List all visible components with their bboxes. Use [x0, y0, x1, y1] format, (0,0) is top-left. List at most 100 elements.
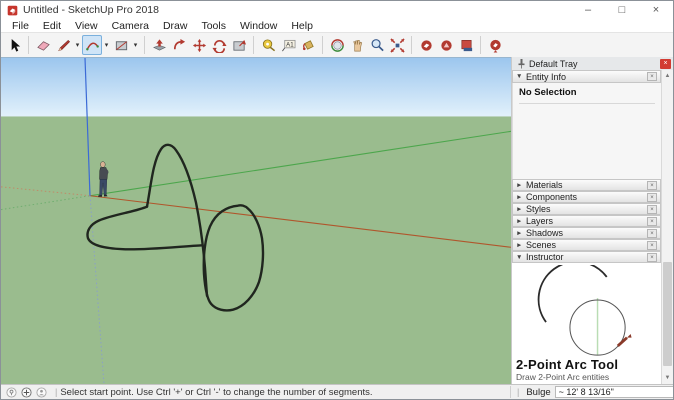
- shadows-label: Shadows: [526, 228, 564, 238]
- measure-divider: |: [517, 387, 520, 397]
- offset-tool-button[interactable]: [229, 35, 249, 55]
- move-icon: [192, 38, 206, 52]
- select-tool-button[interactable]: [4, 35, 24, 55]
- text-tool-button[interactable]: A1: [278, 35, 298, 55]
- default-tray-header[interactable]: Default Tray ×: [512, 57, 673, 70]
- pan-tool-button[interactable]: [347, 35, 367, 55]
- entity-info-label: Entity Info: [526, 71, 567, 82]
- rectangle-tool-button[interactable]: [111, 35, 131, 55]
- entity-info-header[interactable]: ▼ Entity Info ×: [512, 70, 661, 83]
- rotate-tool-button[interactable]: [209, 35, 229, 55]
- arc-tool-dropdown[interactable]: ▾: [102, 41, 111, 49]
- shadows-section-header[interactable]: ► Shadows ×: [512, 227, 661, 239]
- sign-in-icon[interactable]: [36, 386, 47, 398]
- menu-help[interactable]: Help: [284, 20, 320, 32]
- scenes-section-header[interactable]: ► Scenes ×: [512, 239, 661, 251]
- layers-collapsed-icon[interactable]: ►: [516, 218, 526, 225]
- menu-window[interactable]: Window: [233, 20, 284, 32]
- instructor-close-button[interactable]: ×: [647, 252, 657, 262]
- minimize-button[interactable]: –: [571, 1, 605, 19]
- svg-text:A1: A1: [286, 41, 294, 48]
- shadows-collapsed-icon[interactable]: ►: [516, 230, 526, 237]
- materials-close-button[interactable]: ×: [647, 180, 657, 190]
- status-message: Select start point. Use Ctrl '+' or Ctrl…: [60, 386, 373, 398]
- bulge-label: Bulge: [526, 386, 551, 398]
- paint-bucket-tool-button[interactable]: [298, 35, 318, 55]
- arc-tool-button[interactable]: [82, 35, 102, 55]
- push-pull-tool-button[interactable]: [149, 35, 169, 55]
- rectangle-tool-dropdown[interactable]: ▾: [131, 41, 140, 49]
- components-collapsed-icon[interactable]: ►: [516, 194, 526, 201]
- geolocation-icon[interactable]: [6, 386, 17, 398]
- send-to-layout-icon: [460, 39, 472, 51]
- layers-close-button[interactable]: ×: [647, 216, 657, 226]
- push-pull-icon: [152, 38, 166, 51]
- instructor-tool-description: Draw 2-Point Arc entities: [516, 372, 610, 382]
- follow-me-tool-button[interactable]: [169, 35, 189, 55]
- menu-view[interactable]: View: [68, 20, 105, 32]
- materials-collapsed-icon[interactable]: ►: [516, 182, 526, 189]
- close-button[interactable]: ×: [639, 1, 673, 19]
- menu-camera[interactable]: Camera: [105, 20, 156, 32]
- tray-scrollbar[interactable]: ▲ ▼: [661, 70, 673, 384]
- scrollbar-thumb[interactable]: [663, 261, 672, 367]
- instructor-expand-icon[interactable]: ▼: [516, 254, 526, 261]
- offset-icon: [232, 39, 246, 51]
- layers-label: Layers: [526, 216, 554, 226]
- scrollbar-track[interactable]: [662, 82, 673, 372]
- components-label: Components: [526, 192, 578, 202]
- instructor-tool-title: 2-Point Arc Tool: [516, 357, 619, 372]
- menu-file[interactable]: File: [5, 20, 36, 32]
- tape-measure-icon: [262, 38, 275, 51]
- extension-warehouse-button[interactable]: [485, 35, 505, 55]
- sketchup-window: Untitled - SketchUp Pro 2018 – □ × File …: [0, 0, 674, 400]
- menu-tools[interactable]: Tools: [194, 20, 233, 32]
- layers-section-header[interactable]: ► Layers ×: [512, 215, 661, 227]
- drawing-canvas[interactable]: [1, 57, 511, 384]
- select-arrow-icon: [11, 38, 20, 52]
- default-tray-close-button[interactable]: ×: [660, 58, 671, 69]
- zoom-extents-tool-button[interactable]: [387, 35, 407, 55]
- credits-icon[interactable]: [21, 386, 32, 398]
- entity-info-status: No Selection: [519, 87, 655, 104]
- styles-close-button[interactable]: ×: [647, 204, 657, 214]
- styles-section-header[interactable]: ► Styles ×: [512, 203, 661, 215]
- move-tool-button[interactable]: [189, 35, 209, 55]
- zoom-tool-button[interactable]: [367, 35, 387, 55]
- scenes-close-button[interactable]: ×: [647, 240, 657, 250]
- menu-edit[interactable]: Edit: [36, 20, 68, 32]
- scroll-up-icon[interactable]: ▲: [665, 70, 671, 82]
- eraser-tool-button[interactable]: [33, 35, 53, 55]
- entity-info-expand-icon[interactable]: ▼: [516, 73, 526, 80]
- line-tool-button[interactable]: [53, 35, 73, 55]
- two-point-arc-icon: [85, 42, 99, 50]
- default-tray: Default Tray × ▼ Entity Info × No Select…: [511, 57, 673, 384]
- toolbar: ▾ ▾ ▾ A1: [1, 33, 673, 57]
- share-model-button[interactable]: [436, 35, 456, 55]
- scenes-collapsed-icon[interactable]: ►: [516, 242, 526, 249]
- follow-me-icon: [173, 38, 185, 49]
- tape-measure-tool-button[interactable]: [258, 35, 278, 55]
- titlebar: Untitled - SketchUp Pro 2018 – □ ×: [1, 1, 673, 19]
- 3d-warehouse-button[interactable]: [416, 35, 436, 55]
- components-section-header[interactable]: ► Components ×: [512, 191, 661, 203]
- menu-draw[interactable]: Draw: [156, 20, 195, 32]
- send-to-layout-button[interactable]: [456, 35, 476, 55]
- orbit-tool-button[interactable]: [327, 35, 347, 55]
- styles-collapsed-icon[interactable]: ►: [516, 206, 526, 213]
- materials-section-header[interactable]: ► Materials ×: [512, 179, 661, 191]
- pin-icon[interactable]: [517, 58, 526, 69]
- entity-info-close-button[interactable]: ×: [647, 72, 657, 81]
- scenes-label: Scenes: [526, 240, 557, 250]
- eraser-icon: [36, 40, 50, 51]
- instructor-section-header[interactable]: ▼ Instructor ×: [512, 251, 661, 263]
- components-close-button[interactable]: ×: [647, 192, 657, 202]
- maximize-button[interactable]: □: [605, 1, 639, 19]
- zoom-magnifier-icon: [371, 38, 384, 51]
- shadows-close-button[interactable]: ×: [647, 228, 657, 238]
- bulge-input[interactable]: [554, 386, 673, 398]
- menubar: File Edit View Camera Draw Tools Window …: [1, 19, 673, 33]
- line-tool-dropdown[interactable]: ▾: [73, 41, 82, 49]
- scroll-down-icon[interactable]: ▼: [665, 372, 671, 384]
- instructor-label: Instructor: [526, 252, 564, 262]
